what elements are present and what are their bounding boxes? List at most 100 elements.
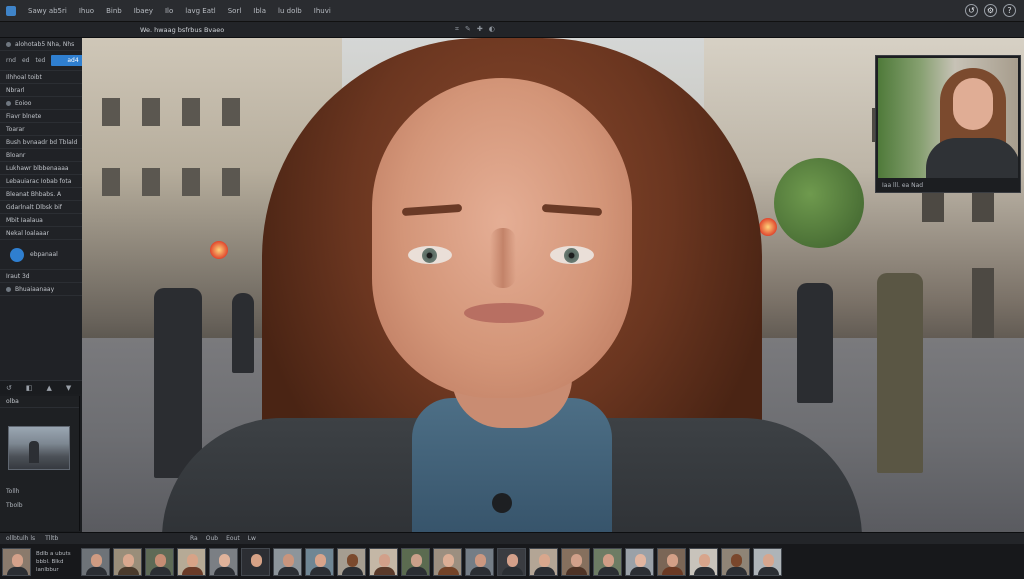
brush-icon[interactable]: ✎: [465, 25, 471, 34]
filmstrip-thumb[interactable]: [561, 547, 590, 576]
filmstrip-thumb[interactable]: [241, 547, 270, 576]
menu-item-9[interactable]: lu dolb: [278, 7, 302, 15]
panel-row-label: Bloanr: [6, 151, 26, 159]
filmstrip-control-4[interactable]: Lw: [248, 535, 256, 542]
left-eye: [408, 246, 452, 264]
menu-item-6[interactable]: lavg Eatl: [185, 7, 215, 15]
crop-icon[interactable]: ⌗: [455, 25, 459, 34]
reset-icon[interactable]: ↺: [6, 384, 12, 392]
copy-icon[interactable]: ▲: [47, 384, 52, 392]
panel-row-label: Lukhawr blbbenaaaa: [6, 164, 69, 172]
window-controls: ↺ ⚙ ?: [965, 4, 1016, 17]
panel-row-label: Toarar: [6, 125, 25, 133]
app-logo-icon[interactable]: [0, 0, 22, 22]
filmstrip-info: Bdlb a ubuts bbbl. Blkd lanlbbur: [34, 548, 78, 576]
menu-items: Sawy ab5ri Ihuo Binb Ibaey Ilo lavg Eatl…: [22, 7, 331, 15]
panel-row-label: Nekal loalaaar: [6, 229, 49, 237]
filmstrip-filter[interactable]: Tlltb: [45, 535, 58, 542]
mask-icon[interactable]: ◐: [489, 25, 495, 34]
right-eye: [550, 246, 594, 264]
panel-tab-3[interactable]: ted: [35, 57, 45, 64]
paste-icon[interactable]: ▼: [66, 384, 71, 392]
filmstrip-thumb[interactable]: [625, 547, 654, 576]
filmstrip-thumb[interactable]: [145, 547, 174, 576]
panel-row-label: Nbrarl: [6, 86, 25, 94]
filmstrip-control-2[interactable]: Oub: [206, 535, 218, 542]
filmstrip-info-line-1: Bdlb a ubuts: [36, 550, 71, 557]
panel-header-label: alohotab5 Nha, Nhs: [15, 40, 75, 48]
pedestrian-far-right: [877, 273, 923, 473]
nose: [490, 228, 516, 288]
heal-icon[interactable]: ✚: [477, 25, 483, 34]
color-dot-icon: [6, 100, 11, 106]
navigator-thumbnail[interactable]: [8, 426, 70, 470]
filmstrip-thumb[interactable]: [209, 547, 238, 576]
filmstrip-thumb[interactable]: [81, 547, 110, 576]
eyedropper-icon[interactable]: [10, 247, 24, 262]
filmstrip-thumb[interactable]: [721, 547, 750, 576]
filmstrip: Bdlb a ubuts bbbl. Blkd lanlbbur: [0, 544, 1024, 579]
filmstrip-thumb[interactable]: [529, 547, 558, 576]
panel-row-label: Bleanat Bhbabs. A: [6, 190, 62, 198]
filmstrip-thumb[interactable]: [753, 547, 782, 576]
pedestrian-far-left: [232, 293, 254, 373]
navigator-row-2[interactable]: Tbolb: [6, 502, 23, 509]
help-icon[interactable]: ?: [1003, 4, 1016, 17]
navigator-panel: olba Tollh Tbolb: [0, 396, 80, 531]
lips: [464, 303, 544, 323]
right-eyebrow: [541, 203, 603, 217]
preview-toggle-icon[interactable]: ◧: [26, 384, 33, 392]
tool-icon-group: ⌗ ✎ ✚ ◐: [455, 25, 495, 34]
panel-row-label: Bhuaiaanaay: [15, 285, 55, 293]
reference-preview-panel[interactable]: Iaa lll. ea Nad: [875, 55, 1021, 193]
menu-item-4[interactable]: Ibaey: [134, 7, 153, 15]
traffic-light-left: [210, 241, 228, 259]
menu-item-7[interactable]: Sorl: [228, 7, 242, 15]
panel-row-label: Lebauiarac Iobab fota: [6, 177, 72, 185]
reference-caption: Iaa lll. ea Nad: [882, 182, 924, 189]
panel-row-label: Fiavr blnete: [6, 112, 42, 120]
panel-row-label: Bush bvnaadr bd Tblald: [6, 138, 78, 146]
filmstrip-thumb[interactable]: [401, 547, 430, 576]
filmstrip-thumb[interactable]: [305, 547, 334, 576]
navigator-row-1[interactable]: Tollh: [6, 488, 19, 495]
filmstrip-thumb[interactable]: [273, 547, 302, 576]
filmstrip-control-3[interactable]: Eout: [226, 535, 240, 542]
filmstrip-thumb[interactable]: [657, 547, 686, 576]
filmstrip-info-line-2: bbbl. Blkd lanlbbur: [36, 558, 64, 573]
menu-item-5[interactable]: Ilo: [165, 7, 173, 15]
filmstrip-thumb[interactable]: [497, 547, 526, 576]
filmstrip-thumb[interactable]: [433, 547, 462, 576]
reference-face: [953, 78, 993, 130]
panel-tab-1[interactable]: rnd: [6, 57, 16, 64]
filmstrip-thumb[interactable]: [465, 547, 494, 576]
filmstrip-thumb[interactable]: [337, 547, 366, 576]
reference-coat: [926, 138, 1018, 178]
filmstrip-thumb[interactable]: [593, 547, 622, 576]
tool-options-bar: We. hwaag bsfrbus Bvaeo ⌗ ✎ ✚ ◐: [0, 22, 1024, 38]
settings-icon[interactable]: ⚙: [984, 4, 997, 17]
filmstrip-source[interactable]: ollbtulh ls: [6, 535, 35, 542]
filmstrip-control-1[interactable]: Ra: [190, 535, 198, 542]
filmstrip-thumb[interactable]: [177, 547, 206, 576]
menu-item-10[interactable]: Ihuvi: [314, 7, 331, 15]
panel-logo-icon: [6, 41, 11, 47]
filmstrip-bar: ollbtulh ls Tlltb Ra Oub Eout Lw: [0, 532, 1024, 544]
panel-tab-2[interactable]: ed: [22, 57, 30, 64]
panel-row-label: Ilhhoal toibt: [6, 73, 42, 81]
undo-icon[interactable]: ↺: [965, 4, 978, 17]
background-tree: [774, 158, 864, 248]
document-title: We. hwaag bsfrbus Bvaeo: [140, 25, 225, 34]
panel-row-label: ebpanaal: [30, 251, 58, 258]
navigator-header: olba: [0, 396, 79, 408]
menu-item-1[interactable]: Sawy ab5ri: [28, 7, 67, 15]
filmstrip-thumb[interactable]: [113, 547, 142, 576]
reference-image: [878, 58, 1018, 178]
menu-item-3[interactable]: Binb: [106, 7, 122, 15]
menu-item-8[interactable]: Ibla: [253, 7, 266, 15]
filmstrip-thumb[interactable]: [2, 547, 31, 576]
coat-button: [492, 493, 512, 513]
filmstrip-thumb[interactable]: [369, 547, 398, 576]
filmstrip-thumb[interactable]: [689, 547, 718, 576]
menu-item-2[interactable]: Ihuo: [79, 7, 94, 15]
